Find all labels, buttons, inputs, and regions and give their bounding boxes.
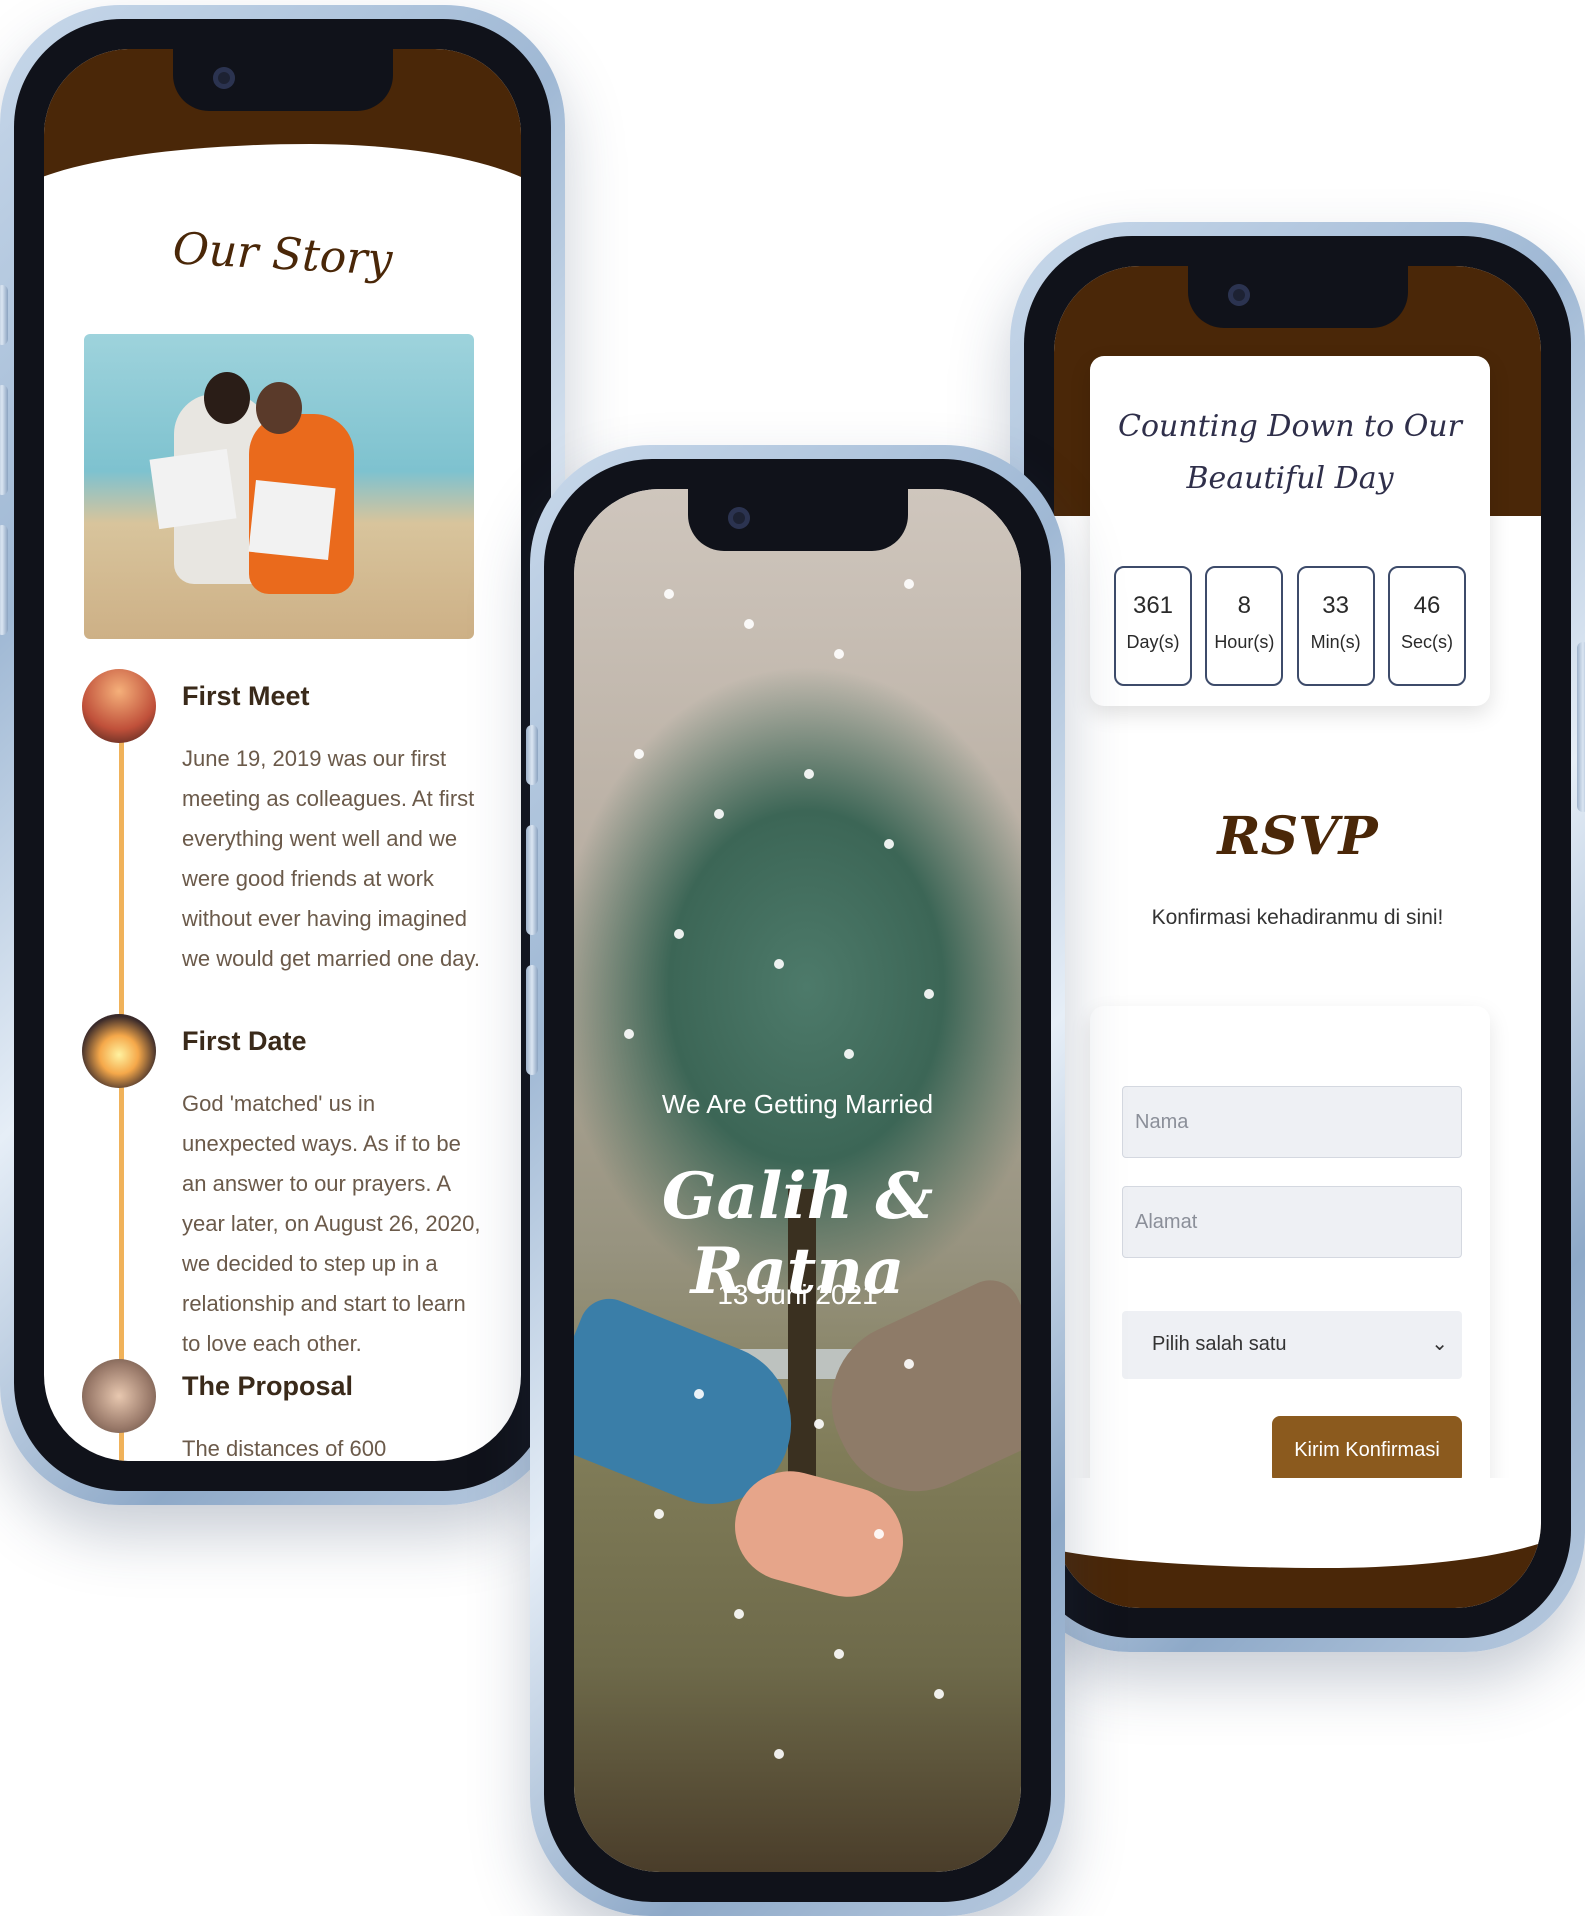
mute-switch [526,725,538,785]
phone-bezel: Our Story First Meet June 19, 2019 was o… [14,19,551,1491]
countdown-title: Counting Down to Our Beautiful Day [1090,401,1490,505]
phone-bezel: We Are Getting Married Galih & Ratna 13 … [544,459,1051,1902]
notch [172,49,393,111]
snow-particle [814,1419,824,1429]
timeline-title: First Date [182,1026,307,1056]
countdown-days: 361 Day(s) [1114,566,1192,686]
snow-particle [844,1049,854,1059]
story-screen[interactable]: Our Story First Meet June 19, 2019 was o… [44,49,521,1461]
address-field[interactable] [1122,1186,1462,1258]
wedding-date: 13 Juni 2021 [717,1279,878,1310]
phone-bezel: Counting Down to Our Beautiful Day 361 D… [1024,236,1571,1638]
ring-hands-icon [82,1359,156,1433]
volume-up-button [0,385,8,495]
rsvp-title: RSVP [1217,806,1378,867]
volume-down-button [526,965,538,1075]
snow-particle [924,989,934,999]
snow-particle [934,1689,944,1699]
countdown-seconds: 46 Sec(s) [1387,566,1466,686]
camera-icon [727,507,750,529]
timeline-title: The Proposal [182,1371,354,1401]
countdown-row: 361 Day(s) 8 Hour(s) 33 Min(s) 46 Sec(s) [1114,566,1466,686]
volume-up-button [526,825,538,935]
select-value: Pilih salah satu [1152,1333,1287,1355]
snow-particle [774,1749,784,1759]
phone-rsvp: Counting Down to Our Beautiful Day 361 D… [1010,222,1585,1652]
mute-switch [0,285,8,345]
countdown-title-line2: Beautiful Day [1186,461,1394,496]
photo-head-man [204,372,250,424]
power-button [1577,642,1585,812]
timeline-title: First Meet [182,681,310,711]
snow-particle [774,959,784,969]
timeline-text: June 19, 2019 was our first meeting as c… [182,746,480,971]
snow-particle [634,749,644,759]
rsvp-form: Pilih salah satu ⌄ Kirim Konfirmasi [1090,1006,1490,1521]
snow-particle [904,579,914,589]
countdown-label: Day(s) [1126,632,1180,652]
submit-button[interactable]: Kirim Konfirmasi [1272,1416,1462,1484]
snow-particle [654,1509,664,1519]
snow-particle [664,589,674,599]
footer-wave [1054,1478,1541,1568]
snow-particle [804,769,814,779]
countdown-label: Min(s) [1310,632,1361,652]
camera-icon [212,67,235,89]
name-field[interactable] [1122,1086,1462,1158]
photo-sign-left [149,448,237,530]
camera-icon [1227,284,1250,306]
snow-particle [834,1649,844,1659]
snow-particle [694,1389,704,1399]
snow-particle [874,1529,884,1539]
countdown-value: 361 [1132,592,1174,619]
cover-subtitle: We Are Getting Married [661,1089,934,1119]
snow-particle [834,649,844,659]
snow-particle [904,1359,914,1369]
rsvp-subtitle: Konfirmasi kehadiranmu di sini! [1151,906,1444,929]
countdown-minutes: 33 Min(s) [1296,566,1375,686]
volume-down-button [0,525,8,635]
snow-particle [744,619,754,629]
photo-sign-right [248,480,336,560]
snow-particle [734,1609,744,1619]
countdown-label: Sec(s) [1400,632,1453,652]
couple-beach-photo [84,334,474,639]
notch [687,489,908,551]
countdown-hours: 8 Hour(s) [1205,566,1284,686]
countdown-value: 33 [1322,592,1349,619]
phone-cover: We Are Getting Married Galih & Ratna 13 … [526,445,1065,1916]
heart-hands-icon [82,1014,156,1088]
phone-our-story: Our Story First Meet June 19, 2019 was o… [0,5,565,1505]
snow-particle [884,839,894,849]
rsvp-screen[interactable]: Counting Down to Our Beautiful Day 361 D… [1054,266,1541,1608]
attendance-select[interactable]: Pilih salah satu ⌄ [1122,1311,1462,1379]
snow-particle [674,929,684,939]
snow-particle [624,1029,634,1039]
timeline-text: The distances of 600 kilometers from Jak… [182,1436,387,1461]
notch [1187,266,1408,328]
countdown-value: 8 [1237,592,1251,619]
countdown-title-line1: Counting Down to Our [1118,409,1462,444]
timeline-text: God 'matched' us in unexpected ways. As … [182,1091,481,1356]
chevron-down-icon: ⌄ [1431,1333,1448,1355]
sunset-couple-icon [82,669,156,743]
countdown-label: Hour(s) [1214,632,1275,652]
cover-screen[interactable]: We Are Getting Married Galih & Ratna 13 … [574,489,1021,1872]
countdown-value: 46 [1413,592,1441,619]
snow-particle [714,809,724,819]
photo-head-woman [256,382,302,434]
countdown-card: Counting Down to Our Beautiful Day 361 D… [1090,356,1490,706]
